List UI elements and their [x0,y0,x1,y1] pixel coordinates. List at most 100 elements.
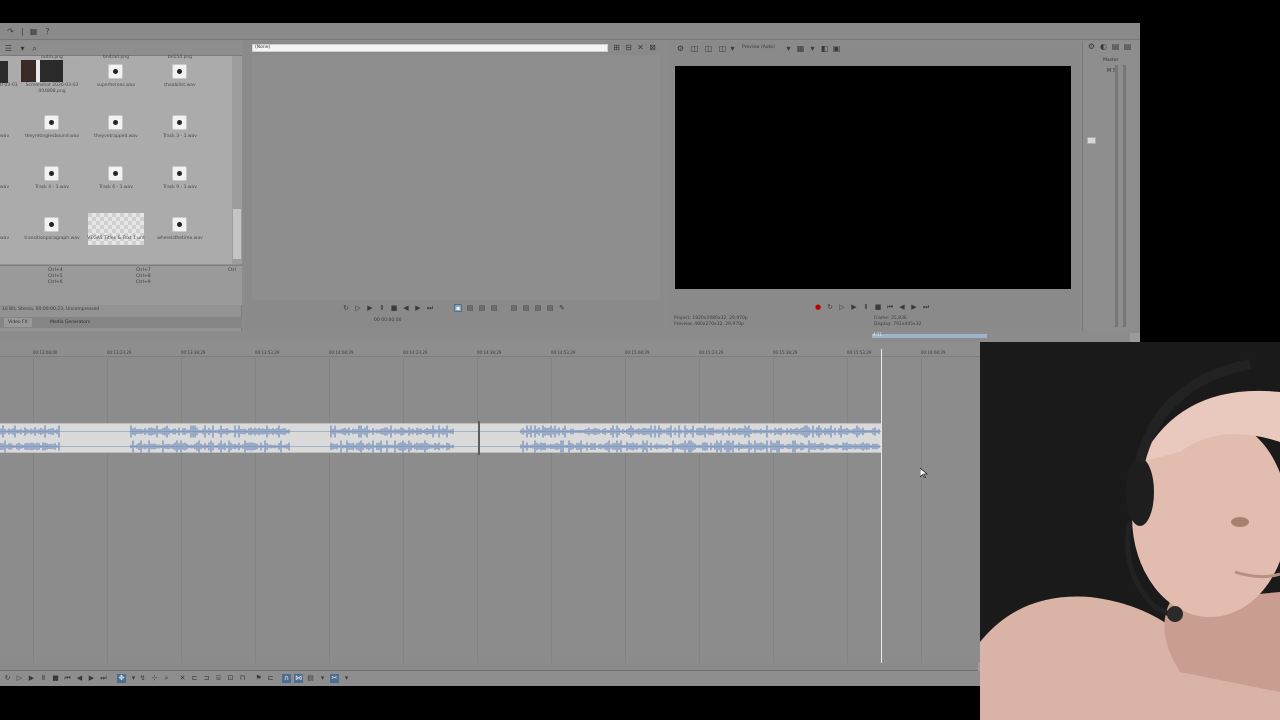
trimmer-tool-icon[interactable]: ▤ [534,304,542,312]
prev-marker-icon[interactable]: ⏮ [63,674,72,683]
loop-icon[interactable]: ↻ [342,304,350,312]
split-icon[interactable]: ⌸ [214,674,223,683]
trim-icon[interactable]: ⊏ [190,674,199,683]
media-item[interactable]: Track 3 - 1.wav [148,111,212,161]
play-icon[interactable]: ▶ [27,674,36,683]
redo-icon[interactable]: ↷ [6,27,15,36]
lock-icon[interactable]: ⊓ [238,674,247,683]
preview-quality-dropdown[interactable]: Preview (Auto) [742,45,775,50]
media-item[interactable]: theyvetrapped.wav [84,111,148,161]
preview-tool-icon[interactable]: ◫ [718,44,727,53]
chevron-down-icon[interactable]: ▾ [129,674,138,683]
media-item[interactable]: Screenshot 2026-03-03 004808.png [20,60,84,110]
timeline-scrollbar-thumb[interactable] [0,663,978,671]
region-icon[interactable]: ⊏ [266,674,275,683]
zoom-tool-icon[interactable]: ⌕ [162,674,171,683]
chevron-down-icon[interactable]: ▾ [784,44,793,53]
stop-icon[interactable]: ■ [874,303,882,311]
gear-icon[interactable]: ⚙ [1087,42,1096,51]
chevron-down-icon[interactable]: ▾ [342,674,351,683]
go-end-icon[interactable]: ⏭ [426,304,434,312]
media-item[interactable]: superheroes.wav [84,60,148,110]
snap-icon[interactable]: ∩ [282,674,291,683]
media-item[interactable]: Track 4 - 1.wav [20,162,84,212]
stop-icon[interactable]: ■ [51,674,60,683]
timeline-tracks-area[interactable] [0,358,1130,663]
master-tool-icon[interactable]: ▤ [1123,42,1132,51]
trimmer-tool-icon[interactable]: ⊞ [612,43,621,52]
trimmer-tool-icon[interactable]: ▤ [546,304,554,312]
preview-tool-icon[interactable]: ▦ [796,44,805,53]
preview-tool-icon[interactable]: ◧ [820,44,829,53]
normal-edit-tool-icon[interactable]: ✥ [117,674,126,683]
play-from-start-icon[interactable]: ▷ [354,304,362,312]
marker-icon[interactable]: ⚑ [254,674,263,683]
tab-video-fx[interactable]: Video FX [4,318,32,327]
chevron-down-icon[interactable]: ▾ [808,44,817,53]
stop-icon[interactable]: ■ [390,304,398,312]
media-item[interactable]: theabilist.wav [148,60,212,110]
delete-icon[interactable]: ✕ [178,674,187,683]
next-marker-icon[interactable]: ⏭ [99,674,108,683]
trimmer-tool-icon[interactable]: ▤ [510,304,518,312]
view-icon[interactable]: ☰ [4,44,13,53]
record-icon[interactable]: ● [814,303,822,311]
trimmer-mode-icon[interactable]: ▣ [454,304,462,312]
chevron-down-icon[interactable]: ▾ [728,44,737,53]
media-thumb-clipped[interactable] [0,61,8,83]
media-scrollbar-thumb[interactable] [233,209,241,259]
pause-icon[interactable]: Ⅱ [39,674,48,683]
master-tool-icon[interactable]: ▤ [1111,42,1120,51]
go-end-icon[interactable]: ⏭ [922,303,930,311]
trimmer-display-area[interactable] [252,55,660,300]
loop-icon[interactable]: ↻ [826,303,834,311]
lock-icon[interactable]: ⊡ [226,674,235,683]
tab-media-generators[interactable]: Media Generators [46,318,94,327]
media-item[interactable]: transitionparagraph.wav [20,213,84,263]
trimmer-source-select[interactable]: (None) [252,44,608,52]
trimmer-tool-icon[interactable]: ✎ [558,304,566,312]
auto-ripple-icon[interactable]: ⋈ [294,674,303,683]
selection-tool-icon[interactable]: ⊹ [150,674,159,683]
gear-icon[interactable]: ⚙ [676,44,685,53]
trimmer-tool-icon[interactable]: ⊠ [648,43,657,52]
trimmer-tool-icon[interactable]: ▤ [478,304,486,312]
chevron-down-icon[interactable]: ▾ [318,674,327,683]
close-icon[interactable]: ✕ [636,43,645,52]
envelope-tool-icon[interactable]: ↯ [138,674,147,683]
preview-tool-icon[interactable]: ◫ [704,44,713,53]
fx-icon[interactable]: ◐ [1099,42,1108,51]
prev-frame-icon[interactable]: ◀ [402,304,410,312]
preview-tool-icon[interactable]: ◫ [690,44,699,53]
loop-region-bar[interactable] [872,334,987,338]
trimmer-tool-icon[interactable]: ▤ [490,304,498,312]
audio-clip[interactable] [0,423,882,453]
master-volume-fader[interactable] [1087,137,1096,144]
pause-icon[interactable]: Ⅱ [862,303,870,311]
media-item[interactable]: VEGAS Titles & Text 1 unt [84,213,148,263]
play-from-start-icon[interactable]: ▷ [15,674,24,683]
media-item[interactable]: whereisthetime.wav [148,213,212,263]
preview-tool-icon[interactable]: ▣ [832,44,841,53]
trim-icon[interactable]: ⊐ [202,674,211,683]
media-item[interactable]: Track 6 - 1.wav [84,162,148,212]
play-icon[interactable]: ▶ [366,304,374,312]
next-frame-icon[interactable]: ▶ [910,303,918,311]
crossfade-icon[interactable]: ✂ [330,674,339,683]
timeline-ruler[interactable]: 00:13:08;00 00:13:23;29 00:13:38;29 00:1… [0,343,1130,357]
media-item[interactable]: Track 9 - 1.wav [148,162,212,212]
play-icon[interactable]: ▶ [850,303,858,311]
go-start-icon[interactable]: ⏮ [886,303,894,311]
tool-icon[interactable]: ▤ [306,674,315,683]
clip-split-line[interactable] [478,421,480,455]
prev-frame-icon[interactable]: ◀ [898,303,906,311]
timeline-playhead[interactable] [881,349,882,665]
trimmer-tool-icon[interactable]: ▤ [466,304,474,312]
media-item[interactable]: theyretinglesbound.wav [20,111,84,161]
pause-icon[interactable]: Ⅱ [378,304,386,312]
next-frame-icon[interactable]: ▶ [87,674,96,683]
loop-icon[interactable]: ↻ [3,674,12,683]
next-frame-icon[interactable]: ▶ [414,304,422,312]
trimmer-tool-icon[interactable]: ⊟ [624,43,633,52]
prev-frame-icon[interactable]: ◀ [75,674,84,683]
